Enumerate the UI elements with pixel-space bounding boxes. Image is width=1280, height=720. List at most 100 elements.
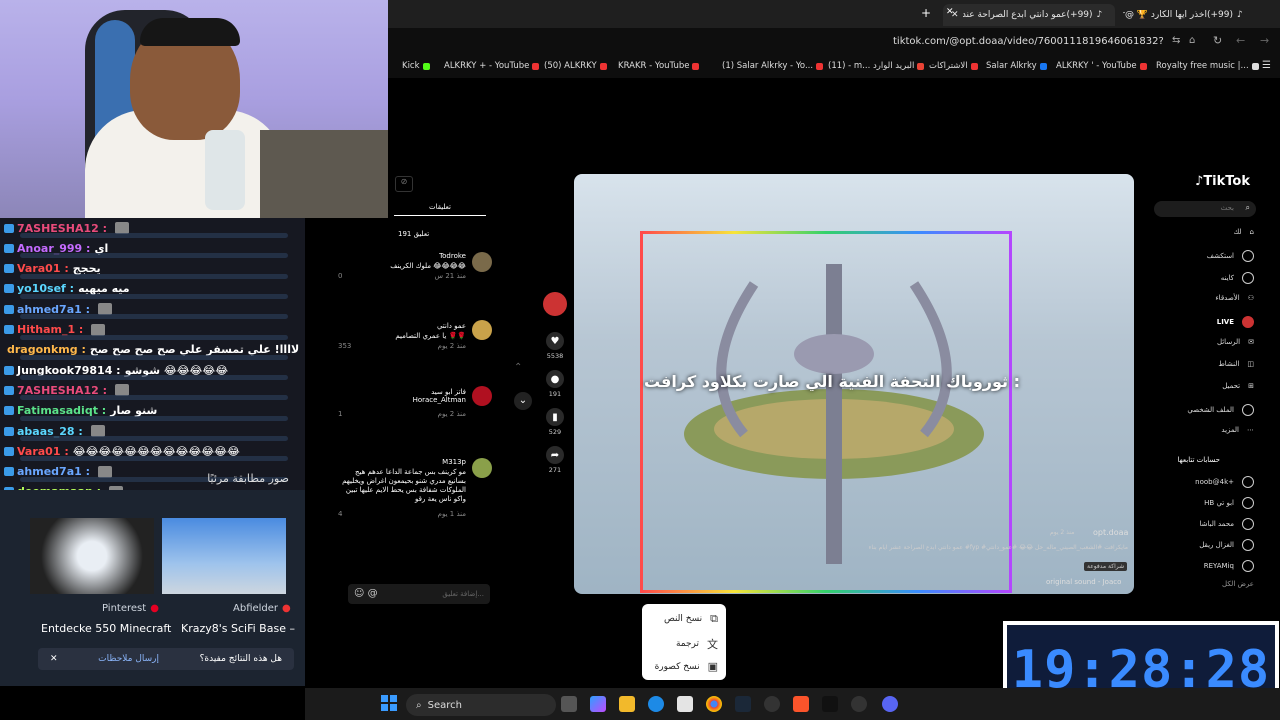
reload-icon[interactable]: ↻ bbox=[1213, 34, 1222, 47]
share-button[interactable]: ➦ 271 bbox=[542, 446, 568, 474]
taskbar-search[interactable]: ⌕ Search bbox=[406, 694, 556, 716]
bookmark-music[interactable]: Royalty free music |... bbox=[1156, 61, 1259, 71]
settings-icon[interactable] bbox=[851, 696, 867, 712]
sidebar-item-following[interactable]: كاينه bbox=[1221, 272, 1254, 284]
translate-icon[interactable]: ⇆ bbox=[1172, 35, 1180, 46]
sound-link[interactable]: original sound - Joaco bbox=[1046, 578, 1121, 586]
sidebar-item-live[interactable]: LIVE bbox=[1217, 316, 1254, 328]
tiktok-logo[interactable]: ♪TikTok bbox=[1195, 174, 1250, 189]
result-title-2[interactable]: Krazy8's SciFi Base – bbox=[181, 622, 295, 635]
new-tab-icon[interactable]: + bbox=[921, 6, 931, 20]
menu-icon[interactable]: ☰ bbox=[1262, 60, 1271, 71]
bookmark-youtube-3[interactable]: KRAKR - YouTube bbox=[618, 61, 700, 71]
tab-1[interactable]: (99+)اخذر أيها الكارد 🏆 @Over ♪ bbox=[1115, 4, 1255, 26]
following-item[interactable]: محمد الباشا bbox=[1199, 518, 1254, 530]
comment-button[interactable]: ● 191 bbox=[542, 370, 568, 398]
see-all-link[interactable]: عرض الكل bbox=[1222, 580, 1254, 588]
bookmark-button[interactable]: ▮ 529 bbox=[542, 408, 568, 436]
result-source-1[interactable]: Pinterest ● bbox=[102, 603, 159, 614]
like-count[interactable]: 0 bbox=[338, 272, 342, 280]
following-item[interactable]: الغزال ريقل bbox=[1199, 539, 1254, 551]
result-image-1[interactable] bbox=[30, 518, 154, 594]
chat-username[interactable]: abaas_28 : bbox=[17, 425, 83, 438]
chat-username[interactable]: Anoar_999 : bbox=[17, 242, 90, 255]
following-item[interactable]: HB ابو تي bbox=[1204, 497, 1254, 509]
capcut-icon[interactable] bbox=[822, 696, 838, 712]
chat-username[interactable]: Hitham_1 : bbox=[17, 323, 83, 336]
chat-username[interactable]: Jungkook79814 : bbox=[17, 364, 121, 377]
bookmark-kick[interactable]: Kick bbox=[402, 61, 430, 71]
search-icon[interactable]: ⌕ bbox=[1246, 203, 1250, 213]
sidebar-item-messages[interactable]: الرسائل ✉ bbox=[1217, 338, 1254, 346]
chat-username[interactable]: Vara01 : bbox=[17, 262, 69, 275]
chevron-down-icon[interactable]: ⌄ bbox=[514, 392, 532, 410]
file-explorer-icon[interactable] bbox=[619, 696, 635, 712]
chat-username[interactable]: 7ASHESHA12 : bbox=[17, 222, 107, 235]
bookmark-youtube-5[interactable]: ALKRKY ' - YouTube bbox=[1056, 61, 1147, 71]
tab-2[interactable]: ✕ (99+)عمو دانتي ابدع الصراحة عند ♪ bbox=[943, 4, 1115, 26]
menu-item-translate[interactable]: ترجمة 文 bbox=[676, 636, 718, 652]
bookmark-mail[interactable]: (11) - m... البريد الوارد bbox=[828, 61, 925, 71]
home-icon[interactable]: ⌂ bbox=[1189, 35, 1195, 46]
chat-username[interactable]: Fatimasadiqt : bbox=[17, 404, 106, 417]
sidebar-item-foryou[interactable]: لك ⌂ bbox=[1234, 228, 1255, 236]
steam-icon[interactable] bbox=[735, 696, 751, 712]
copilot-icon[interactable] bbox=[590, 696, 606, 712]
task-view-icon[interactable] bbox=[561, 696, 577, 712]
result-image-2[interactable] bbox=[162, 518, 286, 594]
result-source-2[interactable]: Abfielder ● bbox=[233, 603, 291, 614]
chat-username[interactable]: dragonkmg : bbox=[7, 343, 86, 356]
lens-selection-frame[interactable] bbox=[640, 231, 1012, 593]
close-icon[interactable]: ✕ bbox=[946, 7, 954, 17]
bookmark-facebook[interactable]: Salar Alkrky bbox=[986, 61, 1047, 71]
result-title-1[interactable]: Entdecke 550 Minecraft bbox=[41, 622, 171, 635]
brave-icon[interactable] bbox=[793, 696, 809, 712]
sidebar-item-friends[interactable]: الأصدقاء ⚇ bbox=[1215, 294, 1254, 302]
bookmark-youtube-4[interactable]: (1) Salar Alkrky - Yo... bbox=[722, 61, 824, 71]
like-count[interactable]: 353 bbox=[338, 342, 351, 350]
chat-username[interactable]: ahmed7a1 : bbox=[17, 465, 90, 478]
chrome-icon[interactable] bbox=[706, 696, 722, 712]
discord-icon[interactable] bbox=[882, 696, 898, 712]
close-icon[interactable]: ✕ bbox=[50, 654, 58, 664]
send-feedback-button[interactable]: إرسال ملاحظات bbox=[98, 654, 159, 664]
bookmark-youtube-1[interactable]: ALKRKY + - YouTube bbox=[444, 61, 540, 71]
comment-input[interactable]: إضافة تعليق... ☺ @ bbox=[348, 584, 490, 604]
like-count[interactable]: 1 bbox=[338, 410, 342, 418]
video-author[interactable]: opt.doaa bbox=[1093, 528, 1128, 537]
avatar[interactable] bbox=[472, 252, 492, 272]
close-icon[interactable]: ⊘ bbox=[395, 176, 413, 192]
menu-item-copy-text[interactable]: نسخ النص ⧉ bbox=[664, 612, 718, 626]
bookmark-youtube-2[interactable]: (50) ALKRKY bbox=[544, 61, 607, 71]
sidebar-item-activity[interactable]: النشاط ◫ bbox=[1218, 360, 1254, 368]
following-item[interactable]: noob@4k+ bbox=[1195, 476, 1254, 488]
avatar[interactable] bbox=[472, 386, 492, 406]
like-count[interactable]: 4 bbox=[338, 510, 342, 518]
tab-comments[interactable]: تعليقات bbox=[394, 203, 486, 216]
menu-item-copy-image[interactable]: نسخ كصورة ▣ bbox=[655, 660, 718, 673]
following-item[interactable]: REYAMiq bbox=[1204, 560, 1254, 572]
chevron-up-icon[interactable]: ⌃ bbox=[514, 362, 522, 373]
chat-username[interactable]: ahmed7a1 : bbox=[17, 303, 90, 316]
url-field[interactable]: tiktok.com/@opt.doaa/video/7600111819646… bbox=[893, 36, 1163, 47]
edge-icon[interactable] bbox=[648, 696, 664, 712]
chat-username[interactable]: 7ASHESHA12 : bbox=[17, 384, 107, 397]
search-input[interactable]: بحث ⌕ bbox=[1154, 201, 1256, 217]
avatar[interactable] bbox=[472, 458, 492, 478]
back-icon[interactable]: ← bbox=[1236, 34, 1245, 47]
obs-icon[interactable] bbox=[764, 696, 780, 712]
sidebar-item-profile[interactable]: الملف الشخصي bbox=[1187, 404, 1254, 416]
sidebar-item-upload[interactable]: تحميل ⊞ bbox=[1222, 382, 1254, 390]
like-button[interactable]: ♥ 5538 bbox=[542, 332, 568, 360]
sidebar-item-explore[interactable]: استكشف bbox=[1207, 250, 1254, 262]
windows-start-icon[interactable] bbox=[381, 695, 397, 711]
emoji-icon[interactable]: ☺ @ bbox=[354, 588, 378, 599]
forward-icon[interactable]: → bbox=[1260, 34, 1269, 47]
avatar[interactable] bbox=[472, 320, 492, 340]
chat-username[interactable]: Vara01 : bbox=[17, 445, 69, 458]
sidebar-item-more[interactable]: المزيد ⋯ bbox=[1221, 426, 1254, 434]
chat-username[interactable]: yo10sef : bbox=[17, 282, 74, 295]
store-icon[interactable] bbox=[677, 696, 693, 712]
bookmark-subscriptions[interactable]: الاشتراكات bbox=[929, 61, 978, 71]
author-avatar[interactable] bbox=[543, 292, 567, 316]
